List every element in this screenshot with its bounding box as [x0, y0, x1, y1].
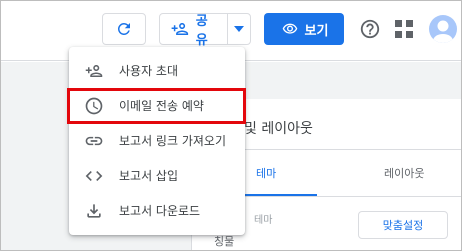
menu-item-label: 보고서 다운로드: [119, 204, 201, 218]
customize-button[interactable]: 맞춤설정: [358, 211, 448, 239]
tab-layout[interactable]: 레이아웃: [384, 165, 424, 181]
clock-icon: [83, 95, 105, 117]
apps-grid-icon[interactable]: [394, 19, 414, 39]
menu-item-download-report[interactable]: 보고서 다운로드: [69, 193, 245, 228]
share-button-group: 공유: [159, 13, 251, 48]
eye-icon: [282, 23, 297, 34]
share-button[interactable]: 공유: [160, 14, 227, 48]
link-icon: [83, 130, 105, 152]
share-dropdown-menu: 사용자 초대 이메일 전송 예약 보고서 링크 가져오기 보고서 삽입 보고서 …: [69, 47, 245, 235]
menu-item-get-report-link[interactable]: 보고서 링크 가져오기: [69, 123, 245, 158]
person-add-icon: [83, 60, 105, 82]
share-label: 공유: [195, 14, 208, 48]
code-icon: [83, 165, 105, 187]
person-add-icon: [171, 23, 189, 35]
faded-row-label: 칭물: [214, 235, 235, 248]
refresh-icon: [117, 22, 130, 35]
download-icon: [83, 200, 105, 222]
menu-item-invite-users[interactable]: 사용자 초대: [69, 53, 245, 88]
share-dropdown-button[interactable]: [228, 14, 250, 44]
panel-title: 및 레이아웃: [244, 121, 313, 137]
view-label: 보기: [304, 23, 329, 39]
refresh-button[interactable]: [102, 13, 146, 45]
report-window: 및 레이아웃 테마 레이아웃 테마 칭물 맞춤설정 공유 보기 사용자 초대 이…: [0, 0, 462, 251]
menu-item-label: 사용자 초대: [119, 64, 179, 78]
help-icon[interactable]: [359, 18, 381, 40]
menu-item-label: 보고서 링크 가져오기: [119, 134, 226, 148]
caret-down-icon: [234, 26, 245, 32]
avatar-icon: [433, 20, 453, 43]
view-button[interactable]: 보기: [264, 13, 344, 45]
tab-theme[interactable]: 테마: [256, 165, 276, 181]
menu-item-label: 이메일 전송 예약: [119, 99, 204, 113]
menu-item-schedule-email[interactable]: 이메일 전송 예약: [69, 88, 245, 123]
faded-theme-label: 테마: [254, 215, 273, 226]
avatar[interactable]: [429, 15, 457, 43]
menu-item-embed-report[interactable]: 보고서 삽입: [69, 158, 245, 193]
menu-item-label: 보고서 삽입: [119, 169, 179, 183]
